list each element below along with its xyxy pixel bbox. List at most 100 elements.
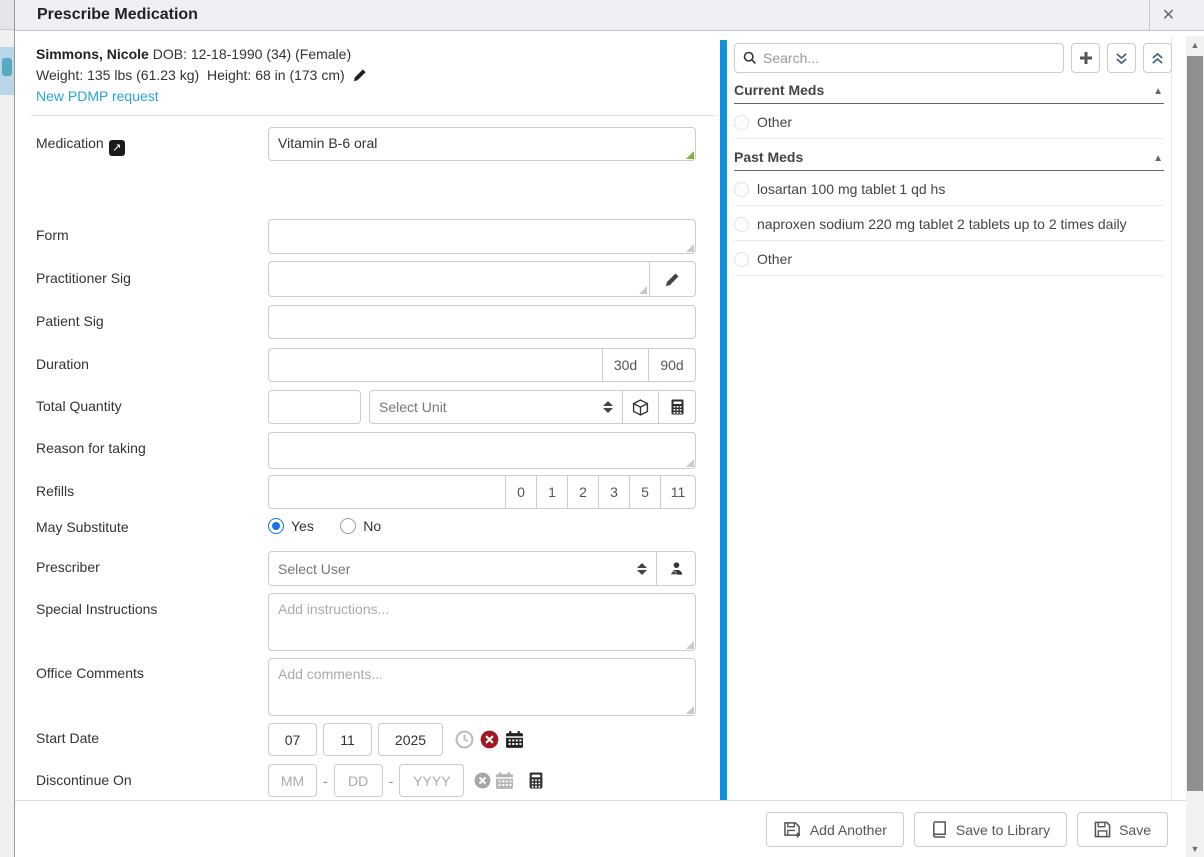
scrollbar-thumb[interactable] xyxy=(1187,56,1203,791)
practitioner-sig-group xyxy=(268,261,696,297)
practitioner-sig-input[interactable] xyxy=(269,262,649,296)
office-comments-input[interactable] xyxy=(268,658,696,716)
scrollbar-up-arrow[interactable]: ▲ xyxy=(1186,36,1204,53)
start-date-clear-icon[interactable] xyxy=(480,730,499,749)
save-icon xyxy=(1094,821,1111,838)
prescriber-select-value: Select User xyxy=(278,561,350,577)
scrollbar-down-arrow[interactable]: ▼ xyxy=(1186,840,1204,857)
meds-panel: Current Meds ▲ Other Past Meds ▲ losarta… xyxy=(734,36,1172,800)
duration-calculator-icon[interactable] xyxy=(528,772,544,789)
close-icon: ✕ xyxy=(1162,5,1175,25)
refills-11-button[interactable]: 11 xyxy=(660,475,696,509)
resize-grip-icon[interactable] xyxy=(686,151,694,159)
substitute-yes-radio[interactable] xyxy=(268,518,284,534)
quantity-calculator-button[interactable] xyxy=(658,390,696,424)
past-meds-header: Past Meds xyxy=(734,149,1164,165)
form-input[interactable] xyxy=(268,219,696,254)
refills-2-button[interactable]: 2 xyxy=(567,475,599,509)
discontinue-clear-icon[interactable] xyxy=(474,772,491,789)
save-button[interactable]: Save xyxy=(1077,812,1168,847)
item-divider xyxy=(734,275,1164,276)
item-divider xyxy=(734,240,1164,241)
substitute-no-radio[interactable] xyxy=(340,518,356,534)
calculator-icon xyxy=(670,399,685,415)
footer-actions: Add Another Save to Library Save xyxy=(766,812,1168,847)
unit-select-value: Select Unit xyxy=(379,399,447,415)
refills-0-button[interactable]: 0 xyxy=(505,475,537,509)
reason-input[interactable] xyxy=(268,432,696,469)
special-instructions-label: Special Instructions xyxy=(36,601,157,617)
meds-search-input[interactable] xyxy=(763,50,1055,66)
medication-input[interactable]: Vitamin B-6 oral xyxy=(268,127,696,161)
duration-30d-button[interactable]: 30d xyxy=(602,348,649,382)
unit-select[interactable]: Select Unit xyxy=(369,390,623,424)
save-to-library-button[interactable]: Save to Library xyxy=(914,812,1067,847)
prescriber-user-button[interactable] xyxy=(656,551,696,586)
discontinue-calendar-icon[interactable] xyxy=(495,772,514,790)
resize-grip-icon[interactable] xyxy=(686,244,694,252)
package-lookup-button[interactable] xyxy=(622,390,659,424)
patient-dob: DOB: 12-18-1990 (34) (Female) xyxy=(153,46,351,62)
start-month-input[interactable] xyxy=(268,723,317,756)
office-comments-wrap xyxy=(268,658,696,716)
prescriber-label: Prescriber xyxy=(36,559,100,575)
prescriber-select[interactable]: Select User xyxy=(268,551,657,586)
start-year-input[interactable] xyxy=(378,723,443,756)
discontinue-on-label: Discontinue On xyxy=(36,772,132,788)
med-item-label: Other xyxy=(757,251,792,267)
past-med-item[interactable]: losartan 100 mg tablet 1 qd hs xyxy=(734,181,1164,197)
medication-external-link-icon[interactable]: ↗ xyxy=(109,140,125,156)
resize-grip-icon[interactable] xyxy=(639,286,647,294)
start-time-clock-icon[interactable] xyxy=(455,730,474,749)
footer-divider xyxy=(15,800,1187,801)
past-med-item[interactable]: naproxen sodium 220 mg tablet 2 tablets … xyxy=(734,216,1164,232)
form-label: Form xyxy=(36,227,69,243)
current-meds-collapse-icon[interactable]: ▲ xyxy=(1153,86,1163,97)
special-instructions-input[interactable] xyxy=(268,593,696,651)
patient-weight: Weight: 135 lbs (61.23 kg) xyxy=(36,67,199,83)
duration-input[interactable] xyxy=(268,348,603,382)
refills-input[interactable] xyxy=(268,475,506,509)
new-pdmp-request-link[interactable]: New PDMP request xyxy=(36,88,159,104)
discontinue-row: - - xyxy=(268,764,544,797)
patient-sig-input[interactable] xyxy=(268,305,696,339)
plus-icon xyxy=(1079,51,1093,65)
refills-label: Refills xyxy=(36,483,74,499)
patient-name: Simmons, Nicole xyxy=(36,46,149,62)
close-button[interactable]: ✕ xyxy=(1149,0,1187,30)
add-med-button[interactable] xyxy=(1071,43,1100,73)
resize-grip-icon[interactable] xyxy=(686,459,694,467)
prescriber-group: Select User xyxy=(268,551,696,586)
edit-vitals-pencil-icon[interactable] xyxy=(353,68,367,82)
add-another-button[interactable]: Add Another xyxy=(766,812,904,847)
current-med-item-other[interactable]: Other xyxy=(734,114,1164,130)
duration-label: Duration xyxy=(36,356,89,372)
med-radio-icon[interactable] xyxy=(734,182,749,197)
substitute-no-label: No xyxy=(363,518,381,534)
total-quantity-input[interactable] xyxy=(268,390,361,424)
refills-1-button[interactable]: 1 xyxy=(536,475,568,509)
resize-grip-icon[interactable] xyxy=(686,641,694,649)
discontinue-month-input[interactable] xyxy=(268,764,317,797)
start-day-input[interactable] xyxy=(323,723,372,756)
med-radio-icon[interactable] xyxy=(734,217,749,232)
refills-5-button[interactable]: 5 xyxy=(629,475,661,509)
expand-all-button[interactable] xyxy=(1143,43,1172,73)
refills-3-button[interactable]: 3 xyxy=(598,475,630,509)
med-radio-icon[interactable] xyxy=(734,115,749,130)
med-radio-icon[interactable] xyxy=(734,252,749,267)
page-backdrop xyxy=(0,0,14,857)
past-med-item-other[interactable]: Other xyxy=(734,251,1164,267)
current-meds-rule xyxy=(734,103,1164,104)
discontinue-year-input[interactable] xyxy=(399,764,464,797)
discontinue-day-input[interactable] xyxy=(334,764,383,797)
start-date-calendar-icon[interactable] xyxy=(505,731,524,749)
past-meds-collapse-icon[interactable]: ▲ xyxy=(1153,153,1163,164)
collapse-all-button[interactable] xyxy=(1107,43,1136,73)
backdrop-header xyxy=(0,0,14,30)
window-scrollbar[interactable]: ▲ ▼ xyxy=(1186,36,1204,857)
duration-90d-button[interactable]: 90d xyxy=(648,348,696,382)
edit-sig-button[interactable] xyxy=(649,261,696,297)
cube-icon xyxy=(632,399,649,416)
resize-grip-icon[interactable] xyxy=(686,706,694,714)
